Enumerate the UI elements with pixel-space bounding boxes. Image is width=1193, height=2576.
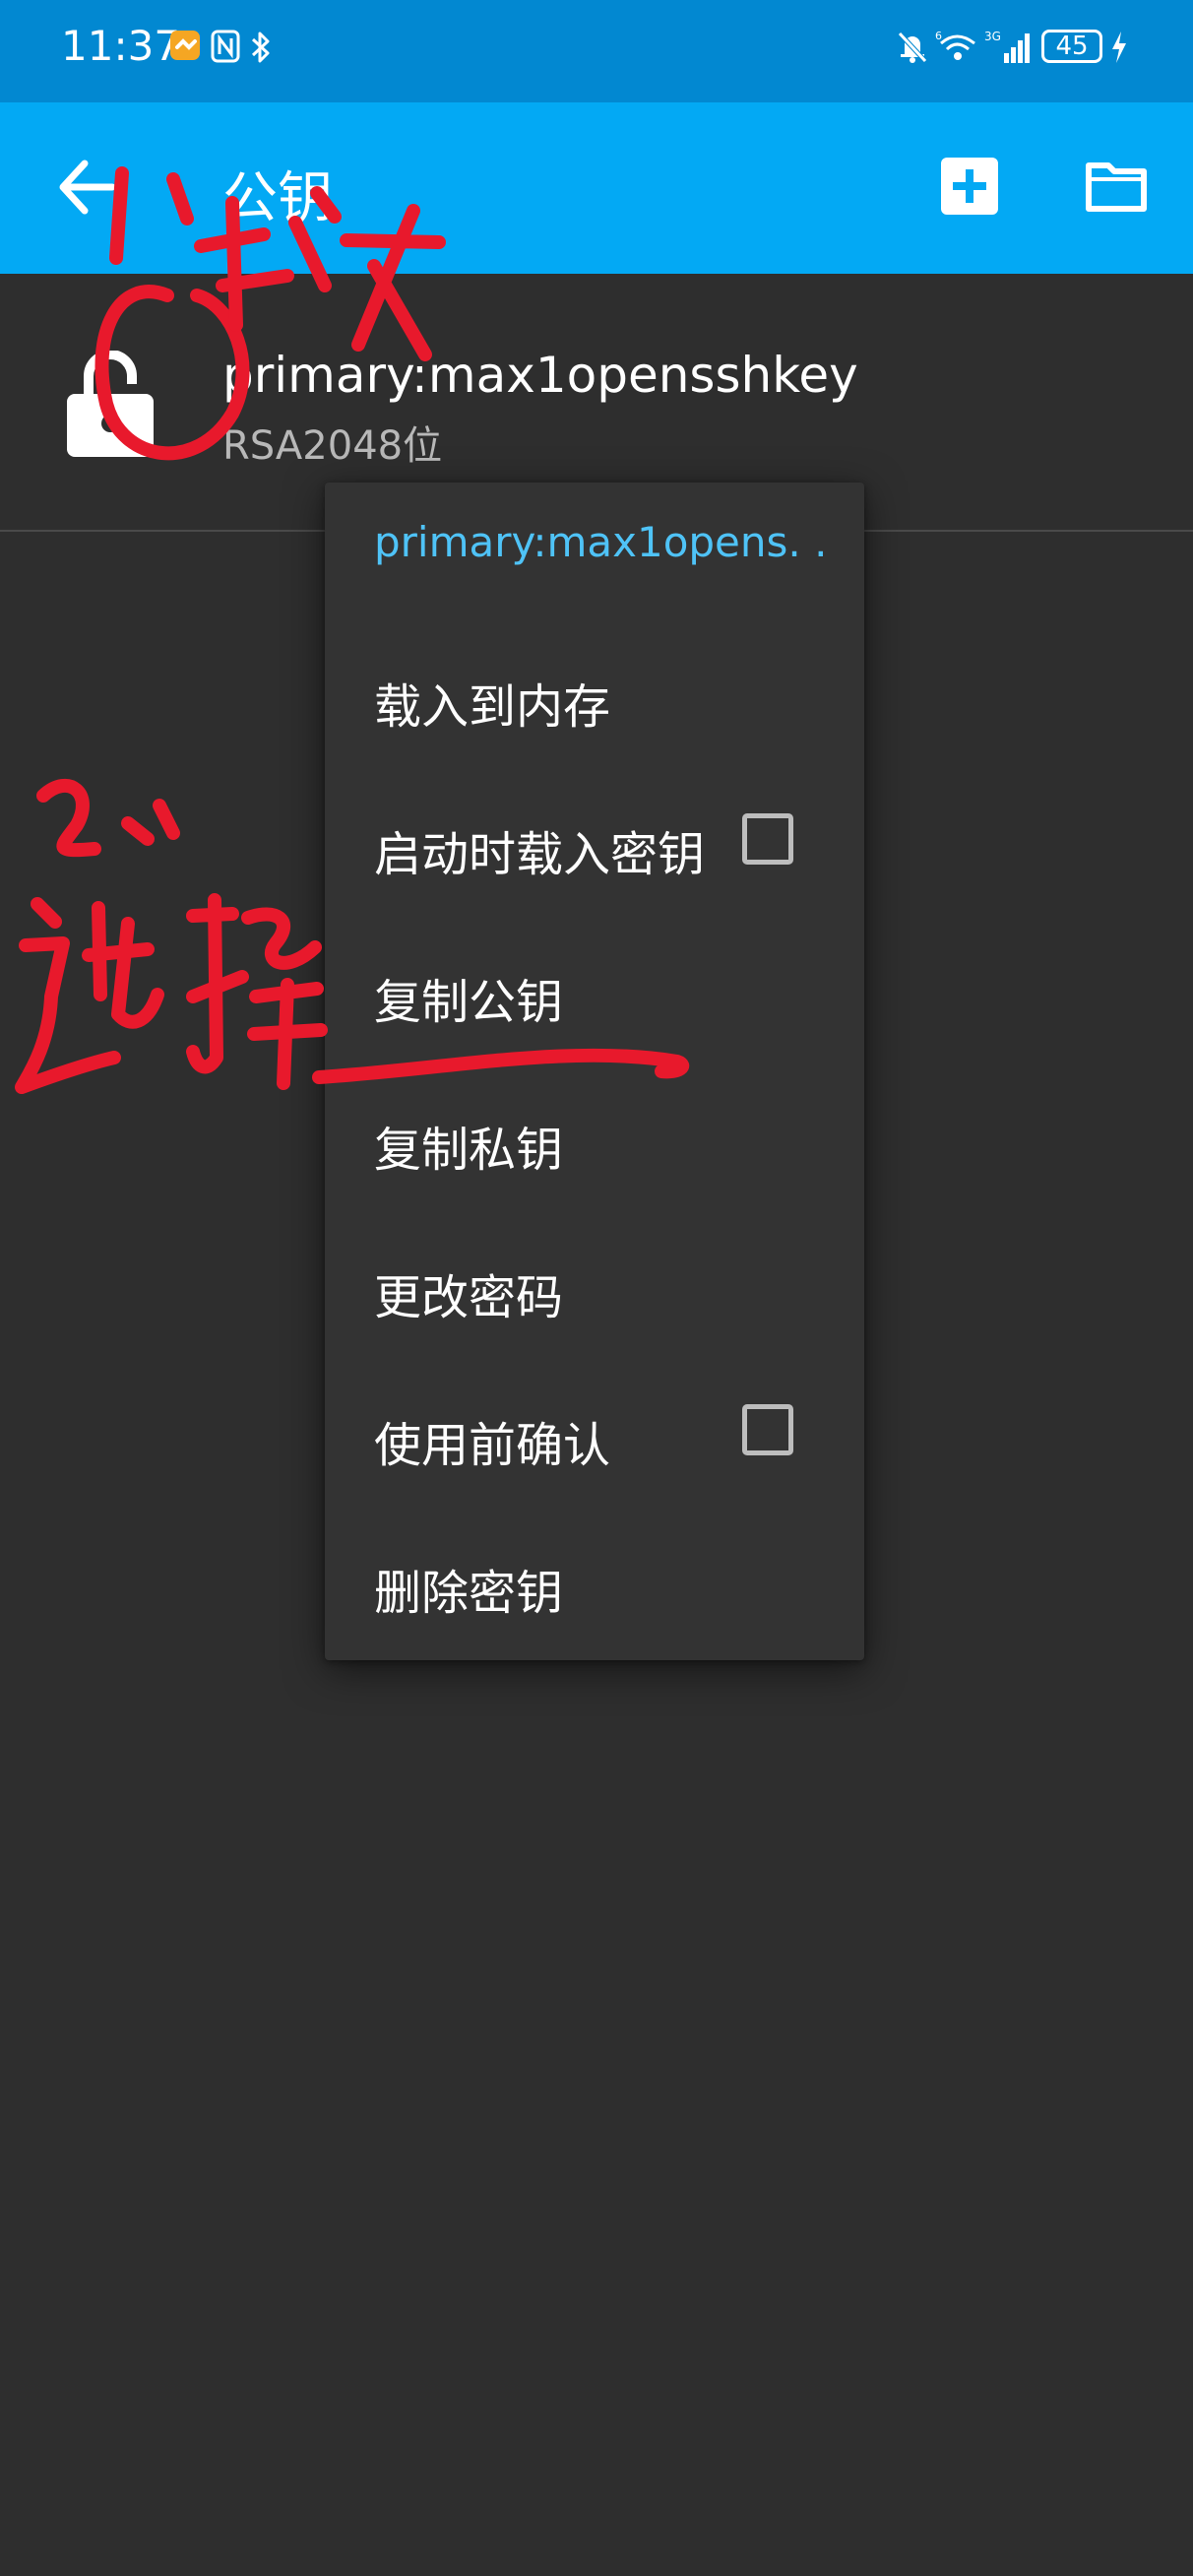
menu-item-confirm-before-use[interactable]: 使用前确认 [325, 1361, 864, 1509]
svg-text:3G: 3G [984, 30, 1001, 43]
back-arrow-icon[interactable] [55, 156, 118, 219]
menu-item-copy-public-key[interactable]: 复制公钥 [325, 918, 864, 1065]
menu-item-change-password[interactable]: 更改密码 [325, 1213, 864, 1361]
key-name: primary:max1opensshkey [222, 347, 858, 404]
menu-item-delete-key[interactable]: 删除密钥 [325, 1509, 864, 1656]
wifi-icon: 6 [935, 30, 975, 60]
menu-item-label: 复制公钥 [374, 975, 564, 1030]
nfc-icon [211, 30, 240, 63]
menu-item-load-to-memory[interactable]: 载入到内存 [325, 622, 864, 770]
app-notification-icon [170, 31, 200, 60]
menu-item-label: 更改密码 [374, 1270, 564, 1325]
menu-item-label: 使用前确认 [374, 1418, 611, 1473]
menu-item-label: 启动时载入密钥 [374, 827, 706, 882]
confirm-before-use-checkbox[interactable] [742, 1404, 793, 1455]
menu-item-label: 删除密钥 [374, 1566, 564, 1621]
page-title: 公钥 [222, 166, 333, 230]
battery-indicator: 45 [1041, 30, 1102, 63]
menu-item-label: 复制私钥 [374, 1123, 564, 1178]
menu-item-load-on-startup[interactable]: 启动时载入密钥 [325, 770, 864, 918]
menu-item-copy-private-key[interactable]: 复制私钥 [325, 1065, 864, 1213]
status-time: 11:37 [61, 22, 181, 70]
svg-text:6: 6 [935, 30, 942, 42]
menu-header: primary:max1opens. . [374, 518, 827, 566]
add-icon[interactable] [941, 158, 998, 215]
status-bar: 11:37 6 3G 45 [0, 0, 1193, 102]
lock-open-icon [67, 351, 154, 457]
charging-icon [1112, 32, 1126, 63]
key-context-menu: primary:max1opens. . 载入到内存 启动时载入密钥 复制公钥 … [325, 483, 864, 1660]
key-description: RSA2048位 [222, 423, 443, 469]
load-on-startup-checkbox[interactable] [742, 813, 793, 865]
mute-icon [898, 32, 927, 63]
folder-icon[interactable] [1085, 161, 1148, 213]
menu-item-label: 载入到内存 [374, 679, 611, 735]
app-bar: 公钥 [0, 102, 1193, 274]
signal-icon: 3G [984, 30, 1030, 63]
bluetooth-icon [251, 32, 270, 63]
